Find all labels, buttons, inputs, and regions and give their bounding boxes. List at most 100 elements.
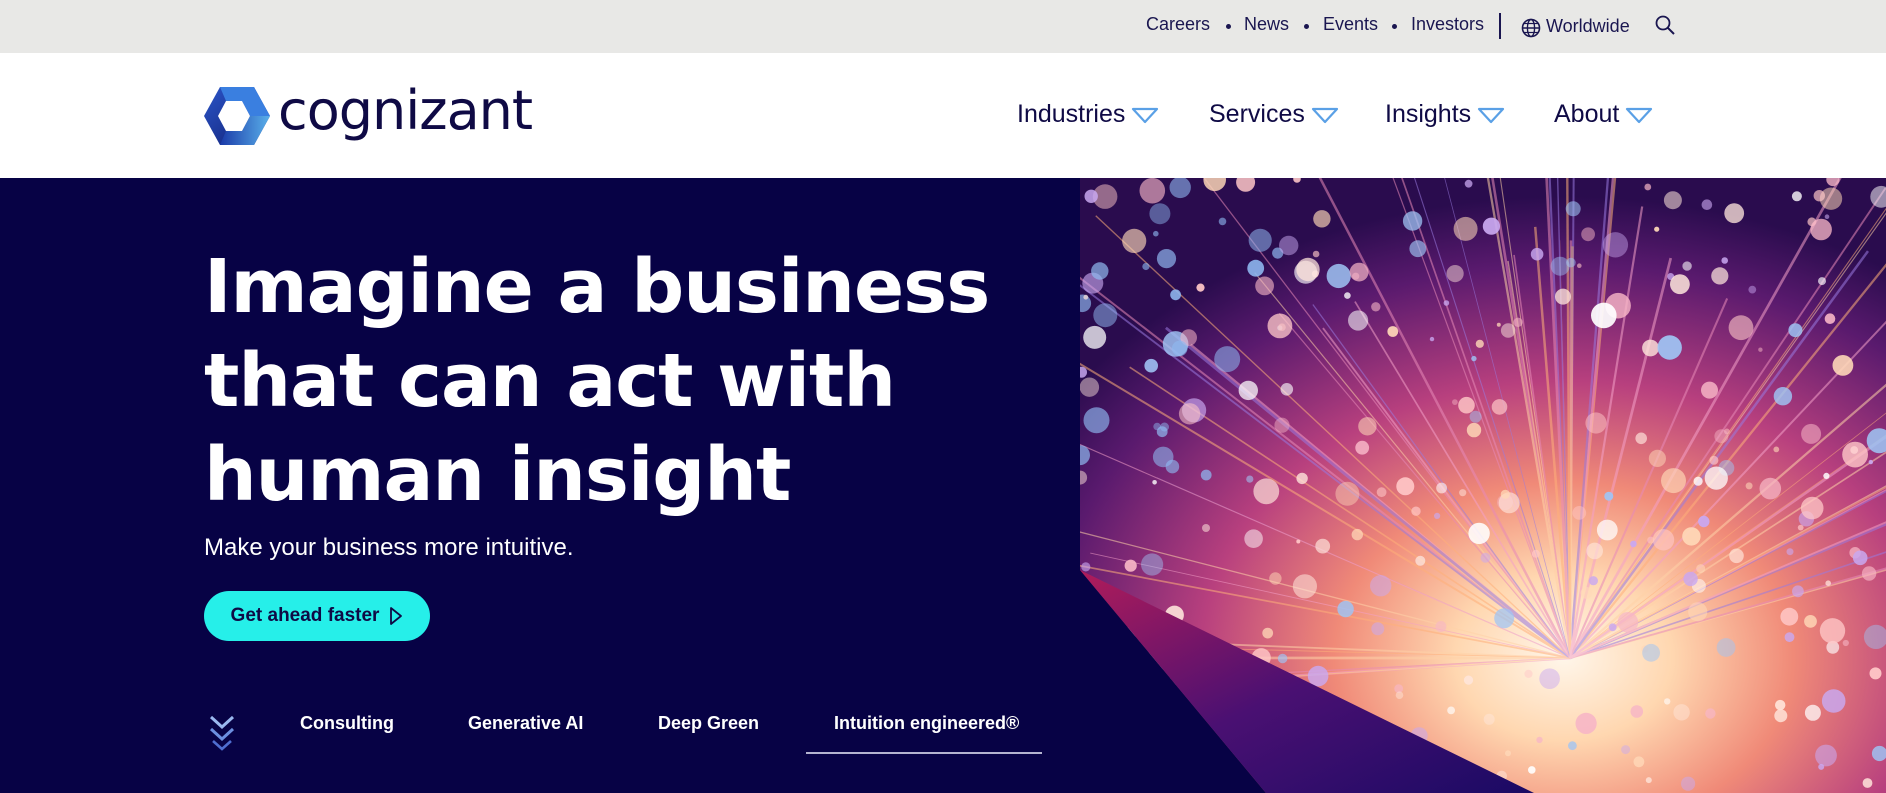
region-selector[interactable]: Worldwide — [1546, 16, 1630, 37]
bokeh-light — [1842, 441, 1868, 468]
bokeh-light — [1153, 230, 1159, 237]
bokeh-light — [1453, 216, 1478, 241]
bokeh-light — [1832, 355, 1854, 376]
bokeh-light — [1218, 217, 1227, 226]
bokeh-light — [1701, 199, 1713, 210]
bokeh-light — [1171, 340, 1188, 357]
bokeh-light — [1575, 712, 1597, 735]
bokeh-light — [1475, 339, 1484, 348]
bokeh-light — [1505, 750, 1511, 757]
bokeh-light — [1572, 506, 1587, 520]
bokeh-light — [1278, 323, 1286, 331]
bokeh-light — [1602, 232, 1629, 258]
bokeh-light — [1469, 410, 1482, 423]
bokeh-light — [1693, 476, 1703, 486]
tab-consulting[interactable]: Consulting — [300, 713, 394, 734]
bokeh-light — [1153, 422, 1161, 431]
investors-link[interactable]: Investors — [1411, 14, 1484, 35]
bokeh-light — [1642, 643, 1660, 662]
bokeh-light — [1196, 283, 1205, 292]
nav-services[interactable]: Services — [1209, 100, 1339, 129]
globe-icon[interactable] — [1521, 18, 1541, 38]
bokeh-light — [1869, 667, 1882, 680]
bokeh-light — [1500, 323, 1516, 338]
bokeh-light — [1402, 211, 1423, 231]
bokeh-light — [1415, 555, 1426, 566]
tab-generative-ai[interactable]: Generative AI — [468, 713, 583, 734]
bokeh-light — [1815, 744, 1837, 767]
nav-label: Insights — [1385, 100, 1472, 128]
separator-dot — [1392, 24, 1397, 29]
hero-fiber-optic-image — [1080, 178, 1886, 793]
bokeh-light — [1664, 698, 1671, 705]
bokeh-light — [1436, 482, 1447, 494]
bokeh-light — [1358, 417, 1377, 436]
bokeh-light — [1296, 539, 1301, 544]
bokeh-light — [1246, 475, 1254, 483]
bokeh-light — [1238, 380, 1258, 401]
bokeh-light — [1714, 429, 1729, 444]
bokeh-light — [1709, 455, 1719, 465]
bokeh-light — [1608, 623, 1617, 632]
careers-link[interactable]: Careers — [1146, 14, 1210, 35]
bokeh-light — [1494, 608, 1515, 629]
news-link[interactable]: News — [1244, 14, 1289, 35]
bokeh-light — [1482, 217, 1500, 235]
chevron-down-icon — [1311, 107, 1338, 123]
bokeh-light — [1248, 228, 1272, 252]
hero-subhead: Make your business more intuitive. — [204, 534, 574, 561]
bokeh-light — [1645, 777, 1652, 784]
get-ahead-faster-button[interactable]: Get ahead faster — [204, 591, 430, 641]
bokeh-light — [1483, 713, 1495, 725]
bokeh-light — [1775, 699, 1786, 711]
tab-deep-green[interactable]: Deep Green — [658, 713, 759, 734]
nav-label: Industries — [1017, 100, 1126, 128]
nav-insights[interactable]: Insights — [1385, 100, 1505, 129]
nav-industries[interactable]: Industries — [1017, 100, 1159, 129]
events-link[interactable]: Events — [1323, 14, 1378, 35]
bokeh-light — [1654, 226, 1660, 232]
bokeh-light — [1596, 519, 1618, 541]
bokeh-light — [1698, 515, 1710, 528]
bokeh-light — [1411, 506, 1421, 516]
bokeh-light — [1586, 542, 1603, 560]
bokeh-light — [1588, 576, 1598, 586]
bokeh-light — [1480, 552, 1491, 563]
bokeh-light — [1688, 602, 1708, 622]
bokeh-light — [1661, 468, 1686, 494]
bokeh-light — [1313, 210, 1331, 228]
bokeh-light — [1296, 472, 1308, 485]
bokeh-light — [1274, 417, 1290, 433]
search-icon[interactable] — [1654, 14, 1676, 36]
bokeh-light — [1530, 247, 1544, 261]
bokeh-light — [1156, 249, 1177, 269]
headline-line: Imagine a business — [204, 244, 990, 330]
bokeh-light — [1591, 302, 1617, 329]
bokeh-light — [1524, 669, 1533, 678]
bokeh-light — [1280, 383, 1294, 396]
bokeh-light — [1471, 355, 1477, 362]
bokeh-light — [1335, 481, 1360, 506]
bokeh-light — [1214, 346, 1241, 373]
bokeh-light — [1774, 709, 1788, 723]
bokeh-light — [1580, 587, 1593, 599]
scroll-down-chevrons-icon[interactable] — [208, 713, 236, 759]
bokeh-light — [1531, 549, 1540, 558]
bokeh-light — [1801, 423, 1822, 444]
utility-bar: Careers News Events Investors Worldwide — [0, 0, 1886, 53]
bokeh-light — [1683, 571, 1698, 587]
logo-wordmark[interactable]: cognizant — [278, 79, 533, 142]
bokeh-light — [1463, 675, 1474, 685]
bokeh-light — [1468, 522, 1490, 545]
nav-about[interactable]: About — [1554, 100, 1653, 129]
bokeh-light — [1745, 482, 1753, 490]
bokeh-light — [1539, 668, 1560, 689]
nav-label: About — [1554, 100, 1620, 128]
bokeh-light — [1349, 262, 1369, 282]
cognizant-logo-icon[interactable] — [204, 87, 270, 145]
bokeh-light — [1255, 276, 1274, 296]
tab-intuition-engineered[interactable]: Intuition engineered® — [834, 713, 1019, 734]
bokeh-light — [1862, 778, 1873, 788]
bokeh-light — [1784, 632, 1795, 643]
bokeh-light — [1759, 477, 1782, 500]
